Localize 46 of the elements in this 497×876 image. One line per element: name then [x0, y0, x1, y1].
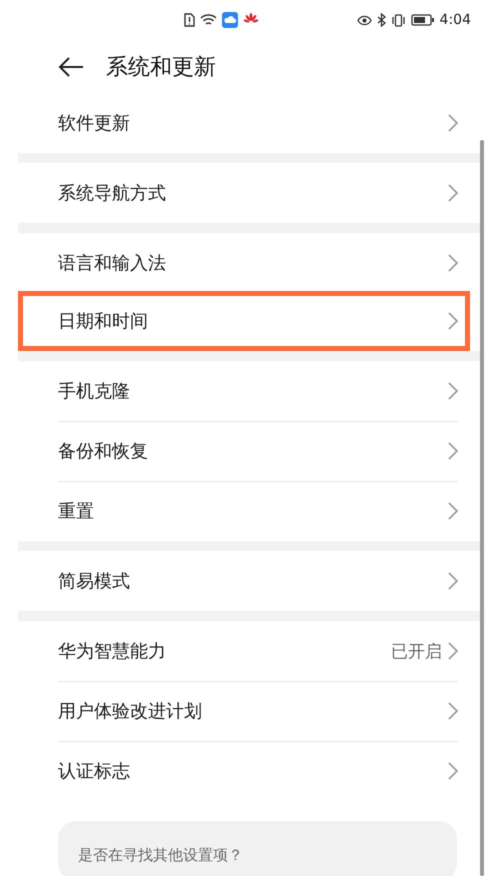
settings-row[interactable]: 认证标志 [18, 741, 480, 801]
chevron-right-icon [448, 254, 458, 272]
row-label: 手机克隆 [58, 380, 131, 403]
row-label: 认证标志 [58, 760, 131, 783]
card-text: 是否在寻找其他设置项？ [78, 846, 243, 864]
sim-alert-icon [184, 13, 195, 27]
battery-icon [410, 14, 435, 26]
chevron-right-icon [448, 702, 458, 720]
settings-row[interactable]: 简易模式 [18, 551, 480, 611]
settings-row[interactable]: 备份和恢复 [18, 421, 480, 481]
eye-icon [356, 14, 372, 26]
chevron-right-icon [448, 442, 458, 460]
page-title: 系统和更新 [106, 54, 216, 82]
bluetooth-icon [376, 13, 386, 27]
settings-row[interactable]: 手机克隆 [18, 361, 480, 421]
suggestion-card[interactable]: 是否在寻找其他设置项？ [58, 821, 457, 876]
settings-row[interactable]: 软件更新 [18, 93, 480, 153]
chevron-right-icon [448, 382, 458, 400]
settings-row[interactable]: 语言和输入法 [18, 233, 480, 293]
vibrate-icon [390, 14, 406, 26]
settings-row[interactable]: 重置 [18, 481, 480, 541]
clock-time: 4:04 [440, 12, 471, 28]
settings-row[interactable]: 用户体验改进计划 [18, 681, 480, 741]
row-label: 日期和时间 [58, 310, 149, 333]
row-label: 软件更新 [58, 112, 131, 135]
row-label: 语言和输入法 [58, 252, 167, 275]
row-value: 已开启 [391, 640, 442, 662]
chevron-right-icon [448, 502, 458, 520]
chevron-right-icon [448, 312, 458, 330]
row-label: 简易模式 [58, 570, 131, 593]
chevron-right-icon [448, 762, 458, 780]
chevron-right-icon [448, 184, 458, 202]
back-arrow-icon[interactable] [58, 56, 84, 76]
settings-row[interactable]: 日期和时间 [18, 291, 470, 351]
wifi-icon [200, 14, 217, 26]
row-label: 系统导航方式 [58, 182, 167, 205]
cloud-icon [222, 12, 238, 28]
settings-row[interactable]: 系统导航方式 [18, 163, 480, 223]
row-label: 用户体验改进计划 [58, 700, 203, 723]
chevron-right-icon [448, 114, 458, 132]
row-label: 备份和恢复 [58, 440, 149, 463]
chevron-right-icon [448, 642, 458, 660]
settings-row[interactable]: 华为智慧能力 已开启 [18, 621, 480, 681]
row-label: 重置 [58, 500, 95, 523]
row-label: 华为智慧能力 [58, 640, 167, 663]
chevron-right-icon [448, 572, 458, 590]
